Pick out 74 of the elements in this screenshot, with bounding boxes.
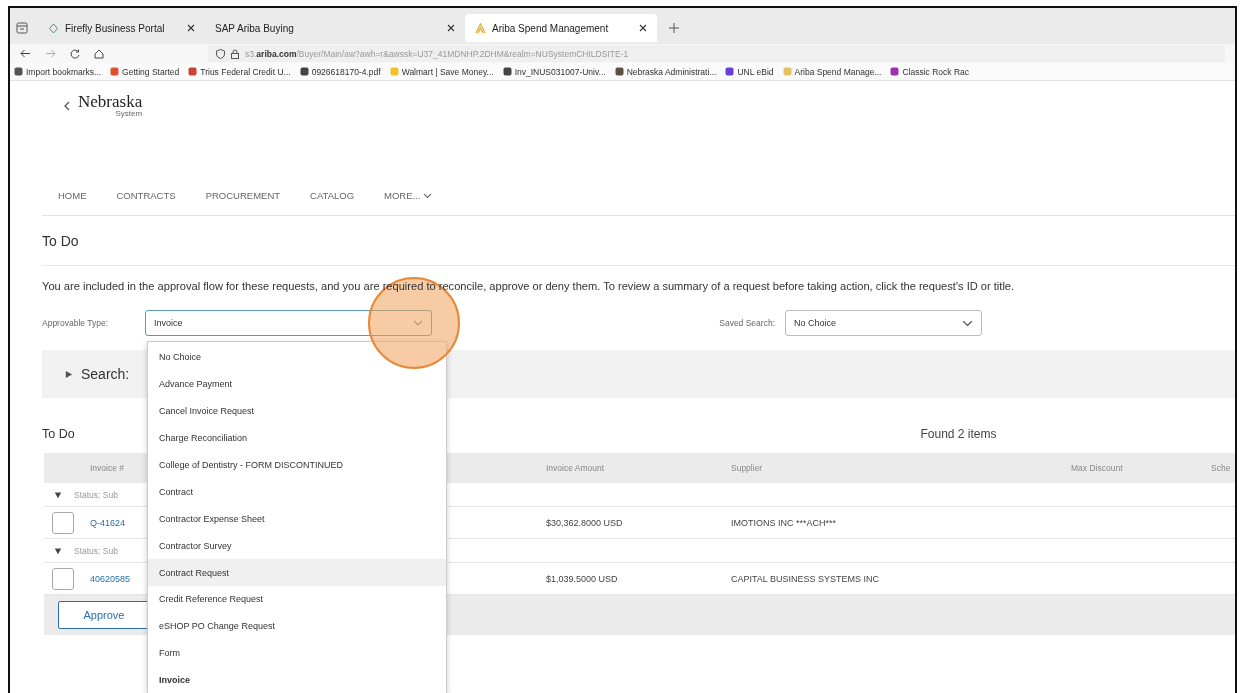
dropdown-option[interactable]: Contractor Survey xyxy=(148,532,446,560)
browser-tab[interactable]: Ariba Spend Management xyxy=(465,14,657,42)
invoice-link[interactable]: 40620585 xyxy=(90,573,131,584)
group-label: Status: Sub xyxy=(74,545,118,556)
address-bar[interactable]: s3.ariba.com/Buyer/Main/aw?awh=r&awssk=U37_41MDNHP.2DHM&realm=NUSystemCHILDSITE-1 xyxy=(208,45,1225,62)
result-count: Found 2 items xyxy=(919,426,997,441)
site-icon xyxy=(48,22,59,34)
bookmark-link[interactable]: Nebraska Administrati... xyxy=(614,66,717,77)
dropdown-option[interactable]: Invoice xyxy=(148,666,446,693)
description-text: You are included in the approval flow for these requests, and you are required to reconcile, approve or deny them. To review a summary of a request before taking action, click the request's ID or title. xyxy=(42,279,1015,294)
shield-icon xyxy=(216,48,225,59)
bookmark-link[interactable]: Walmart | Save Money... xyxy=(389,66,494,77)
logo-subtitle: System xyxy=(115,110,143,118)
nav-link[interactable]: CATALOG xyxy=(310,190,355,201)
chevron-down-icon xyxy=(423,192,433,199)
nav-link[interactable]: HOME xyxy=(58,190,87,201)
chevron-down-icon xyxy=(962,319,973,327)
bookmark-link[interactable]: Inv_INUS031007-Univ... xyxy=(502,66,606,77)
dropdown-option[interactable]: eSHOP PO Change Request xyxy=(148,612,446,640)
url-text: s3.ariba.com/Buyer/Main/aw?awh=r&awssk=U37_41MDNHP.2DHM&realm=NUSystemCHILDSITE-1 xyxy=(245,48,629,59)
triangle-down-icon[interactable] xyxy=(54,490,62,499)
site-icon xyxy=(475,22,486,34)
back-icon[interactable] xyxy=(20,49,31,58)
table-cell: CAPITAL BUSINESS SYSTEMS INC xyxy=(731,573,880,584)
back-chevron-icon[interactable] xyxy=(64,101,70,111)
bookmark-link[interactable]: UNL eBid xyxy=(725,66,774,77)
table-cell: $30,362.8000 USD xyxy=(546,517,623,528)
bookmark-link[interactable]: Trius Federal Credit U... xyxy=(188,66,291,77)
nav-link[interactable]: CONTRACTS xyxy=(116,190,176,201)
approve-button[interactable]: Approve xyxy=(58,601,150,629)
page-title: To Do xyxy=(42,232,79,249)
bookmark-link[interactable]: 0926618170-4.pdf xyxy=(299,66,381,77)
close-icon[interactable] xyxy=(447,24,455,32)
browser-tab[interactable]: SAP Ariba Buying xyxy=(205,14,465,42)
triangle-right-icon[interactable] xyxy=(64,369,73,379)
saved-search-select[interactable]: No Choice xyxy=(785,310,982,336)
dropdown-option[interactable]: Cancel Invoice Request xyxy=(148,397,446,425)
search-panel-label: Search: xyxy=(81,366,130,382)
approvable-type-select[interactable]: Invoice xyxy=(145,310,432,336)
close-icon[interactable] xyxy=(187,24,195,32)
reload-icon[interactable] xyxy=(70,48,80,59)
dropdown-option[interactable]: Advance Payment xyxy=(148,370,446,398)
row-checkbox[interactable] xyxy=(52,567,74,590)
bookmark-link[interactable]: Getting Started xyxy=(110,66,180,77)
bookmark-link[interactable]: Ariba Spend Manage... xyxy=(782,66,882,77)
dropdown-option[interactable]: No Choice xyxy=(148,344,446,371)
table-cell: $1,039.5000 USD xyxy=(546,573,618,584)
nav-link[interactable]: MORE... xyxy=(384,190,433,201)
dropdown-option[interactable]: College of Dentistry - FORM DISCONTINUED xyxy=(148,451,446,479)
dropdown-option[interactable]: Contract xyxy=(148,478,446,506)
chevron-down-icon xyxy=(413,320,423,326)
dropdown-option[interactable]: Form xyxy=(148,639,446,667)
table-cell: IMOTIONS INC ***ACH*** xyxy=(731,517,837,528)
bookmark-link[interactable]: Classic Rock Rac xyxy=(890,66,970,77)
tab-list-icon[interactable] xyxy=(16,22,28,34)
lock-icon xyxy=(231,48,239,59)
field-label: Approvable Type: xyxy=(42,318,109,328)
dropdown-option[interactable]: Contractor Expense Sheet xyxy=(148,505,446,533)
dropdown-option[interactable]: Credit Reference Request xyxy=(148,586,446,613)
field-label: Saved Search: xyxy=(718,318,776,328)
invoice-link[interactable]: Q-41624 xyxy=(90,517,126,528)
new-tab-icon[interactable] xyxy=(669,23,679,33)
bookmark-link[interactable]: Import bookmarks... xyxy=(14,66,102,77)
group-label: Status: Sub xyxy=(74,489,118,500)
dropdown-option[interactable]: Contract Request xyxy=(148,559,446,586)
nav-link[interactable]: PROCUREMENT xyxy=(205,190,281,201)
home-icon[interactable] xyxy=(94,48,104,59)
row-checkbox[interactable] xyxy=(52,511,74,534)
close-icon[interactable] xyxy=(639,24,647,32)
section-title: To Do xyxy=(42,426,75,441)
triangle-down-icon[interactable] xyxy=(54,546,62,555)
dropdown-option[interactable]: Charge Reconciliation xyxy=(148,424,446,452)
browser-tab[interactable]: Firefly Business Portal xyxy=(38,14,205,42)
logo-text: Nebraska xyxy=(78,93,143,110)
